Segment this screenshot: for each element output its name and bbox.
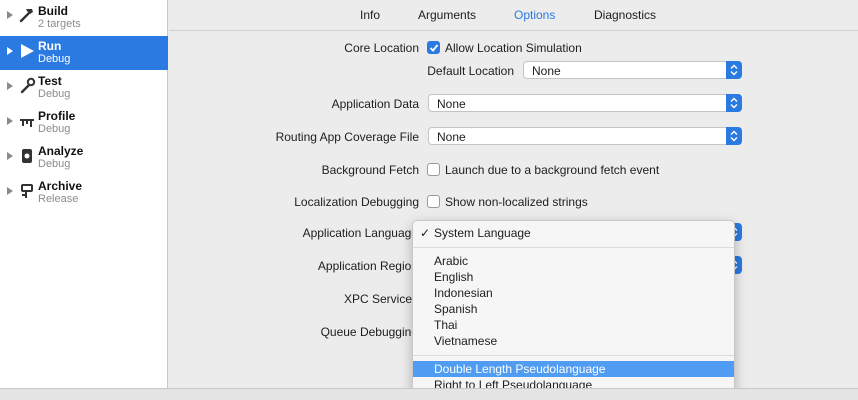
hammer-icon [18, 6, 36, 24]
allow-location-simulation-label: Allow Location Simulation [445, 41, 582, 55]
gauge-icon [18, 112, 36, 130]
background-fetch-label: Background Fetch [321, 163, 419, 177]
archive-icon [18, 182, 36, 200]
analyze-icon [18, 147, 36, 165]
disclosure-triangle-icon[interactable] [7, 152, 13, 160]
play-icon [18, 42, 36, 60]
xpc-services-label: XPC Services [343, 292, 418, 306]
queue-debugging-label: Queue Debugging [320, 325, 418, 339]
menu-item-double-length-pseudolanguage[interactable]: Double Length Pseudolanguage [413, 361, 734, 377]
application-language-menu: ✓ System Language Arabic English Indones… [412, 220, 735, 398]
popup-value: None [437, 97, 466, 111]
popup-value: None [437, 130, 466, 144]
popup-value: None [532, 64, 561, 78]
disclosure-triangle-icon[interactable] [7, 82, 13, 90]
menu-item-system-language[interactable]: ✓ System Language [413, 225, 734, 241]
disclosure-triangle-icon[interactable] [7, 11, 13, 19]
disclosure-triangle-icon[interactable] [7, 117, 13, 125]
background-fetch-checkbox-label: Launch due to a background fetch event [445, 163, 660, 177]
localization-debugging-label: Localization Debugging [294, 195, 419, 209]
background-fetch-checkbox[interactable] [427, 163, 440, 176]
scheme-item-build[interactable]: Build 2 targets [0, 0, 168, 34]
wrench-icon [18, 77, 36, 95]
checkmark-icon [429, 44, 439, 52]
scheme-subtitle: Debug [38, 88, 71, 100]
popup-stepper-icon [726, 61, 742, 79]
popup-stepper-icon [726, 94, 742, 112]
tab-diagnostics[interactable]: Diagnostics [594, 8, 656, 22]
default-location-label: Default Location [427, 64, 514, 78]
menu-item-language[interactable]: Indonesian [413, 285, 734, 301]
menu-separator [413, 247, 734, 248]
show-non-localized-label: Show non-localized strings [445, 195, 588, 209]
scheme-title: Archive [38, 179, 83, 193]
application-data-popup[interactable]: None [428, 94, 742, 112]
scheme-title: Build [38, 4, 68, 18]
scheme-title: Profile [38, 109, 76, 123]
tab-arguments[interactable]: Arguments [418, 8, 476, 22]
application-region-label: Application Region [317, 259, 418, 273]
scheme-subtitle: 2 targets [38, 18, 81, 30]
menu-item-language[interactable]: Arabic [413, 253, 734, 269]
application-language-label: Application Language [302, 226, 418, 240]
menu-item-language[interactable]: Spanish [413, 301, 734, 317]
menu-item-label: System Language [434, 226, 531, 240]
routing-coverage-popup[interactable]: None [428, 127, 742, 145]
scheme-item-run[interactable]: Run Debug [0, 36, 168, 70]
scheme-title: Analyze [38, 144, 84, 158]
application-data-label: Application Data [331, 97, 419, 111]
disclosure-triangle-icon[interactable] [7, 47, 13, 55]
scheme-subtitle: Debug [38, 53, 71, 65]
menu-item-language[interactable]: Vietnamese [413, 333, 734, 349]
scheme-item-analyze[interactable]: Analyze Debug [0, 141, 168, 175]
scheme-title: Run [38, 39, 62, 53]
bottom-bar [0, 388, 858, 400]
show-non-localized-checkbox[interactable] [427, 195, 440, 208]
menu-separator [413, 355, 734, 356]
scheme-item-test[interactable]: Test Debug [0, 71, 168, 105]
disclosure-triangle-icon[interactable] [7, 187, 13, 195]
scheme-item-profile[interactable]: Profile Debug [0, 106, 168, 140]
allow-location-simulation-checkbox[interactable] [427, 41, 440, 54]
menu-item-language[interactable]: English [413, 269, 734, 285]
popup-stepper-icon [726, 127, 742, 145]
tab-bar: Info Arguments Options Diagnostics [169, 0, 858, 31]
routing-coverage-label: Routing App Coverage File [275, 130, 419, 144]
menu-item-language[interactable]: Thai [413, 317, 734, 333]
tab-info[interactable]: Info [360, 8, 380, 22]
default-location-popup[interactable]: None [523, 61, 742, 79]
scheme-item-archive[interactable]: Archive Release [0, 176, 168, 210]
core-location-label: Core Location [344, 41, 419, 55]
scheme-subtitle: Debug [38, 123, 71, 135]
scheme-title: Test [38, 74, 62, 88]
scheme-subtitle: Debug [38, 158, 71, 170]
scheme-subtitle: Release [38, 193, 79, 205]
scheme-sidebar: Build 2 targets Run Debug Test Debug Pro… [0, 0, 168, 388]
tab-options[interactable]: Options [514, 8, 555, 22]
checkmark-icon: ✓ [420, 226, 431, 240]
